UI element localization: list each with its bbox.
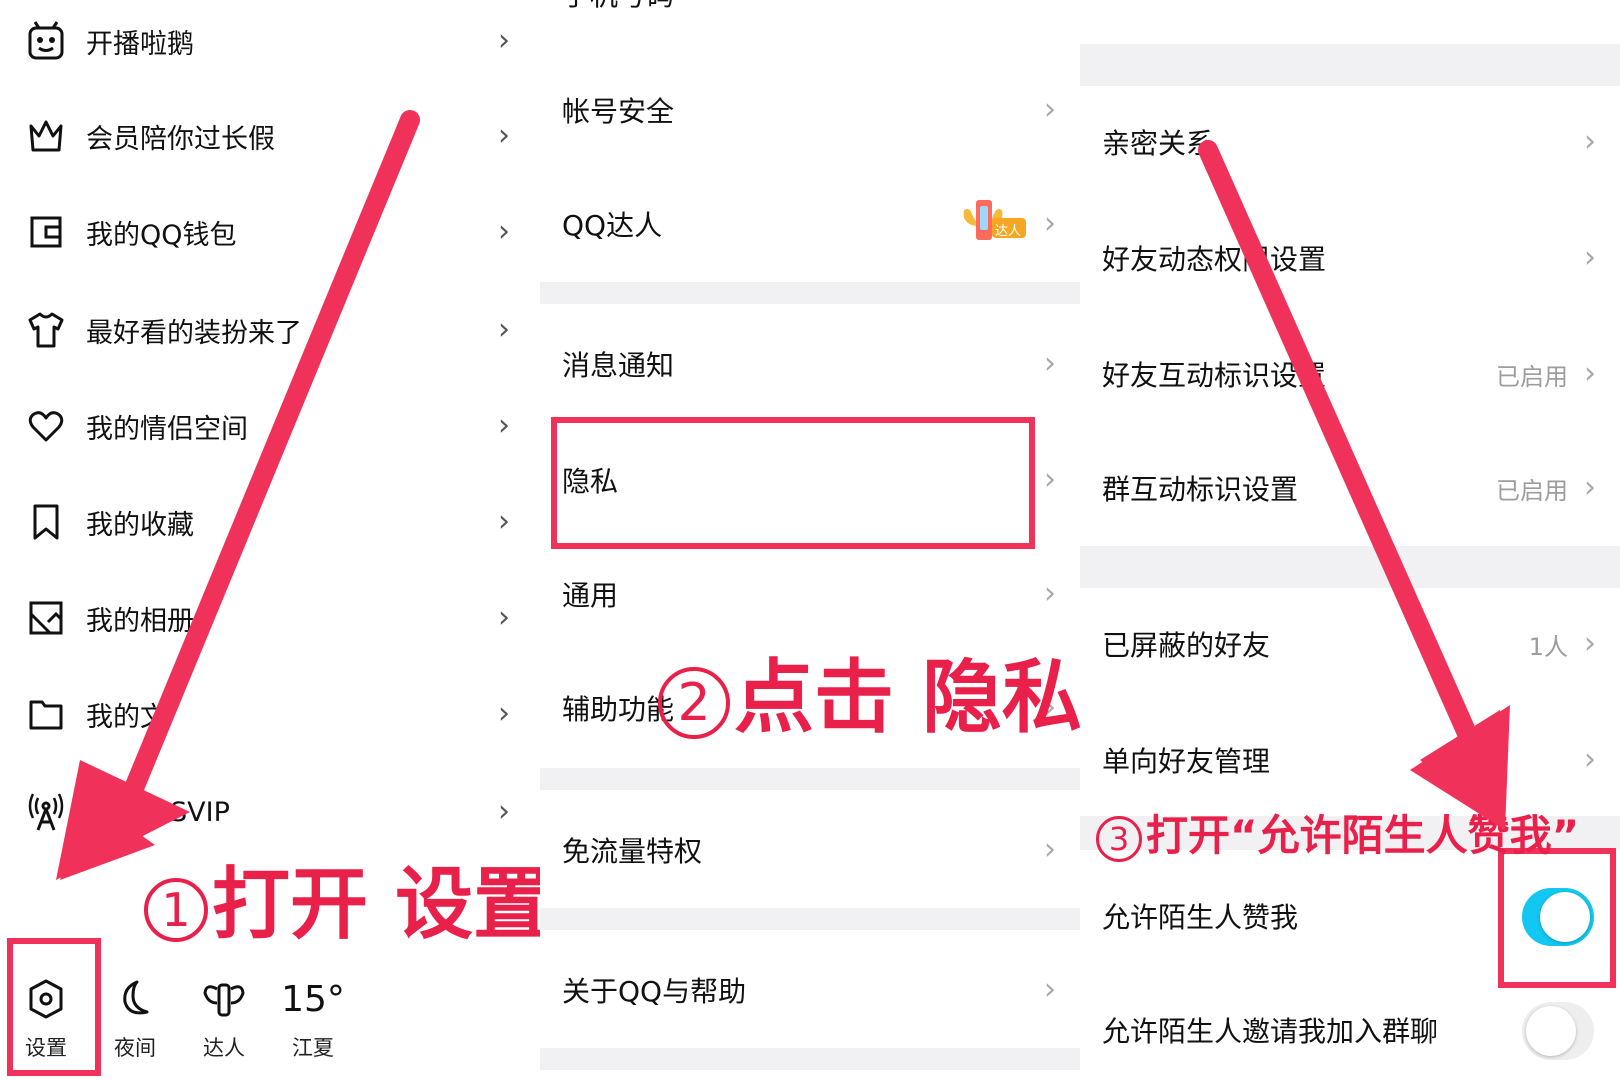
arrow-to-settings bbox=[56, 110, 420, 880]
arrow-to-toggle bbox=[1198, 140, 1510, 830]
instruction-arrows bbox=[56, 110, 1510, 880]
